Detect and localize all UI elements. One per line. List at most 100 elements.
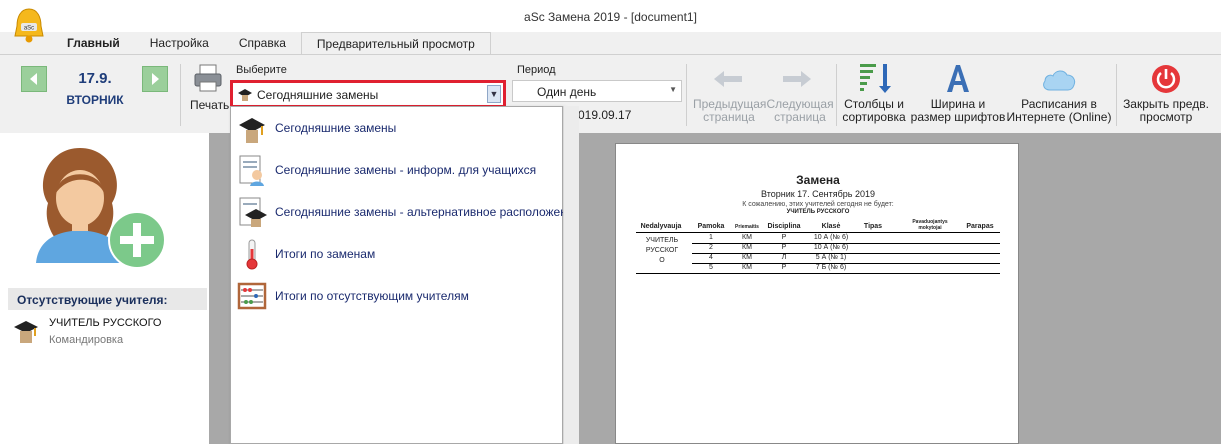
columns-sort-icon (858, 62, 892, 97)
ribbon-separator (1116, 64, 1117, 126)
dropdown-item-label: Сегодняшние замены - альтернативное расп… (275, 205, 574, 219)
dropdown-item[interactable]: Итоги по отсутствующим учителям (231, 275, 562, 317)
add-teacher-avatar-icon[interactable] (30, 143, 170, 276)
select-value: Сегодняшние замены (257, 88, 379, 102)
dropdown-item-label: Сегодняшние замены (275, 121, 397, 135)
report-select[interactable]: Сегодняшние замены ▼ (230, 80, 506, 108)
period-date: 019.09.17 (578, 108, 632, 122)
table-cell: 10 А (№ 6) (813, 244, 849, 251)
table-header: Nedalyvauja (640, 223, 682, 230)
power-icon (1151, 64, 1181, 97)
teacher-cell-line: О (659, 257, 665, 264)
table-cell: 5 А (№ 1) (815, 254, 847, 261)
table-rule (636, 273, 1000, 274)
table-row: 2 КМ Р 10 А (№ 6) (692, 243, 1000, 253)
teacher-cell-line: УЧИТЕЛЬ (645, 237, 679, 244)
dropdown-item-label: Сегодняшние замены - информ. для учащихс… (275, 163, 537, 177)
period-label: Период (517, 64, 556, 76)
table-row: 5 КМ Р 7 Б (№ 6) (692, 263, 1000, 273)
doc-teacher-header: УЧИТЕЛЬ РУССКОГО (786, 209, 850, 215)
table-header: Parapas (966, 223, 994, 230)
absent-teacher-name[interactable]: УЧИТЕЛЬ РУССКОГО (49, 317, 161, 329)
online-button[interactable]: Расписания в Интернете (Online) (1006, 98, 1112, 124)
font-width-label-2: размер шрифтов (910, 110, 1006, 124)
table-cell: Л (781, 254, 787, 261)
table-row: 4 КМ Л 5 А (№ 1) (692, 253, 1000, 263)
next-day-button[interactable] (142, 66, 168, 92)
table-cell: 5 (709, 264, 713, 271)
prev-page-label-2: страница (703, 110, 755, 124)
doc-subtitle: Вторник 17. Сентябрь 2019 (760, 189, 876, 199)
date-number: 17.9. (78, 70, 112, 87)
cap-doc-icon (237, 195, 267, 229)
report-dropdown-list: Сегодняшние замены Сегодняшние замены - … (230, 106, 574, 444)
next-page-button[interactable]: Следующая страница (765, 98, 835, 124)
font-icon (944, 62, 972, 97)
table-cell: 1 (709, 234, 713, 241)
table-header: Disciplina (767, 223, 801, 230)
graduation-cap-icon (12, 318, 40, 349)
dropdown-scrollbar[interactable] (563, 106, 579, 444)
table-cell: КМ (742, 244, 752, 251)
prev-day-button[interactable] (21, 66, 47, 92)
font-width-button[interactable]: Ширина и размер шрифтов (910, 98, 1006, 124)
teacher-cell-line: РУССКОГ (645, 247, 679, 254)
next-page-label-2: страница (774, 110, 826, 124)
thermometer-icon (237, 237, 267, 271)
absent-teacher-status: Командировка (49, 334, 124, 346)
cloud-icon (1041, 66, 1077, 95)
online-label-2: Интернете (Online) (1006, 110, 1112, 124)
select-label: Выберите (236, 64, 287, 76)
table-cell: 10 А (№ 6) (813, 234, 849, 241)
dropdown-item[interactable]: Сегодняшние замены - информ. для учащихс… (231, 149, 562, 191)
absent-teachers-header: Отсутствующие учителя: (8, 288, 207, 310)
table-cell: КМ (742, 254, 752, 261)
table-cell: Р (781, 234, 787, 241)
period-select[interactable]: Один день ▼ (512, 80, 682, 102)
arrow-right-icon (152, 73, 159, 85)
date-weekday: ВТОРНИК (66, 93, 124, 107)
chevron-down-icon[interactable]: ▼ (487, 85, 501, 103)
tab-preview[interactable]: Предварительный просмотр (300, 32, 491, 54)
print-button[interactable]: Печать (190, 98, 229, 112)
table-header: Pamoka (697, 223, 725, 230)
table-cell: КМ (742, 234, 752, 241)
table-cell: Р (781, 264, 787, 271)
close-preview-button[interactable]: Закрыть предв. просмотр (1120, 98, 1212, 124)
doc-note: К сожалению, этих учителей сегодня не бу… (742, 201, 894, 208)
table-cell: 4 (709, 254, 713, 261)
printer-icon[interactable] (192, 62, 224, 97)
ribbon-separator (180, 64, 181, 126)
close-preview-label-2: просмотр (1139, 110, 1193, 124)
table-header: Tipas (863, 223, 883, 230)
dropdown-item[interactable]: Сегодняшние замены (231, 107, 562, 149)
arrow-right-icon (780, 68, 814, 93)
doc-teacher-cell: УЧИТЕЛЬ РУССКОГ О (636, 236, 688, 266)
tab-settings[interactable]: Настройка (135, 32, 224, 54)
graduation-cap-icon (237, 111, 267, 145)
table-header: Pavaduojantys mokytojai (912, 219, 948, 231)
tab-main[interactable]: Главный (52, 32, 135, 54)
dropdown-item[interactable]: Сегодняшние замены - альтернативное расп… (231, 191, 574, 233)
graduation-cap-icon (237, 87, 253, 106)
tab-help[interactable]: Справка (224, 32, 301, 54)
preview-page: Замена Вторник 17. Сентябрь 2019 К сожал… (615, 143, 1019, 444)
student-doc-icon (237, 153, 267, 187)
table-cell: 7 Б (№ 6) (815, 264, 847, 271)
table-cell: КМ (742, 264, 752, 271)
table-cell: Р (781, 244, 787, 251)
svg-text:aSc: aSc (24, 26, 34, 32)
chevron-down-icon[interactable]: ▼ (669, 85, 677, 94)
table-row: 1 КМ Р 10 А (№ 6) (692, 233, 1000, 243)
table-header: Klasė (821, 223, 841, 230)
abacus-icon (237, 279, 267, 313)
doc-title: Замена (796, 173, 840, 187)
ribbon-separator (836, 64, 837, 126)
columns-sort-button[interactable]: Столбцы и сортировка (838, 98, 910, 124)
prev-page-button[interactable]: Предыдущая страница (693, 98, 766, 124)
table-header: Priemaitis (735, 224, 759, 230)
ribbon-separator (686, 64, 687, 126)
columns-sort-label-2: сортировка (842, 110, 906, 124)
arrow-left-icon (711, 68, 745, 93)
dropdown-item[interactable]: Итоги по заменам (231, 233, 562, 275)
